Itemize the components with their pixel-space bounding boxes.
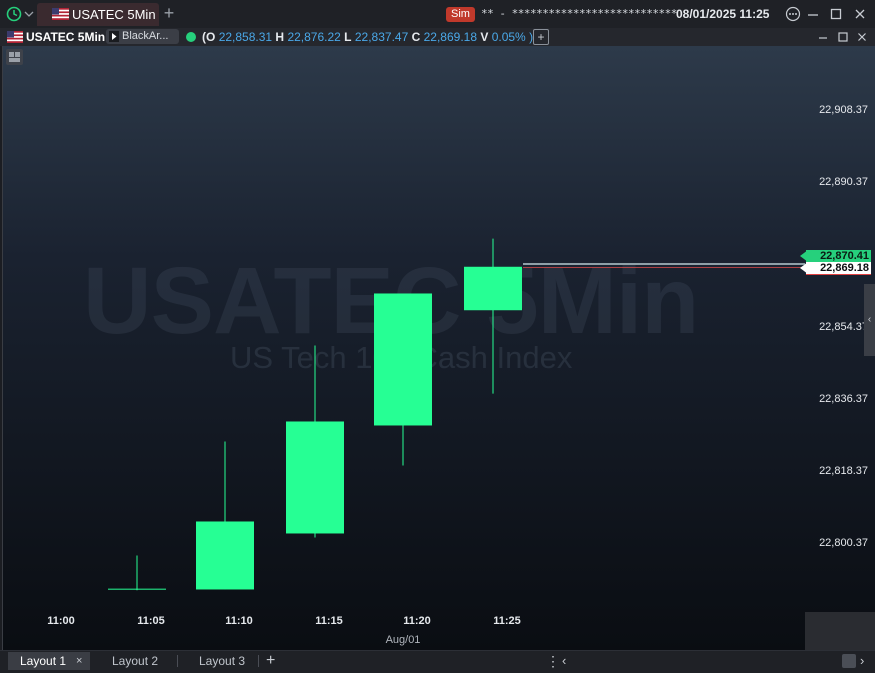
panel-collapse-handle[interactable]: ‹: [864, 284, 875, 356]
x-axis-date-label: Aug/01: [385, 634, 421, 646]
candle-body[interactable]: [286, 421, 344, 534]
y-tick-label: 22,800.37: [819, 537, 868, 549]
layout-tab-3[interactable]: Layout 3: [199, 652, 245, 670]
tab-divider: [177, 655, 178, 667]
x-tick-label: 11:00: [47, 615, 75, 627]
x-tick-label: 11:05: [137, 615, 165, 627]
scroll-right-icon[interactable]: ›: [860, 653, 864, 668]
x-tick-label: 11:20: [403, 615, 431, 627]
menu-dots-icon[interactable]: ⋮: [546, 653, 560, 670]
x-tick-label: 11:25: [493, 615, 521, 627]
y-tick-label: 22,818.37: [819, 465, 868, 477]
y-tick-label: 22,854.37: [819, 321, 868, 333]
last-price-line: [523, 263, 805, 265]
horizontal-scroll-thumb[interactable]: [842, 654, 856, 668]
candlestick-chart: [108, 238, 522, 591]
close-layout-icon[interactable]: ×: [76, 652, 82, 670]
tab-divider: [258, 655, 259, 667]
add-layout-button[interactable]: +: [266, 651, 275, 671]
high-price-tag: 22,870.41: [806, 250, 871, 262]
candle-body[interactable]: [196, 521, 254, 590]
candle-body[interactable]: [108, 588, 166, 590]
scroll-left-icon[interactable]: ‹: [562, 653, 566, 668]
axis-corner: [805, 612, 875, 652]
x-tick-label: 11:15: [315, 615, 343, 627]
layout-tab-label: Layout 1: [20, 654, 67, 668]
bid-price-line: [523, 267, 805, 268]
last-price-tag: 22,869.18: [806, 262, 871, 275]
layout-tab-2[interactable]: Layout 2: [112, 652, 158, 670]
y-tick-label: 22,836.37: [819, 393, 868, 405]
layout-bar: Layout 1 × Layout 2 Layout 3 + ⋮ ‹ ›: [0, 650, 875, 673]
y-tick-label: 22,908.37: [819, 104, 868, 116]
candle-body[interactable]: [464, 266, 522, 311]
x-tick-label: 11:10: [225, 615, 253, 627]
y-tick-label: 22,890.37: [819, 176, 868, 188]
candle-body[interactable]: [374, 293, 432, 426]
